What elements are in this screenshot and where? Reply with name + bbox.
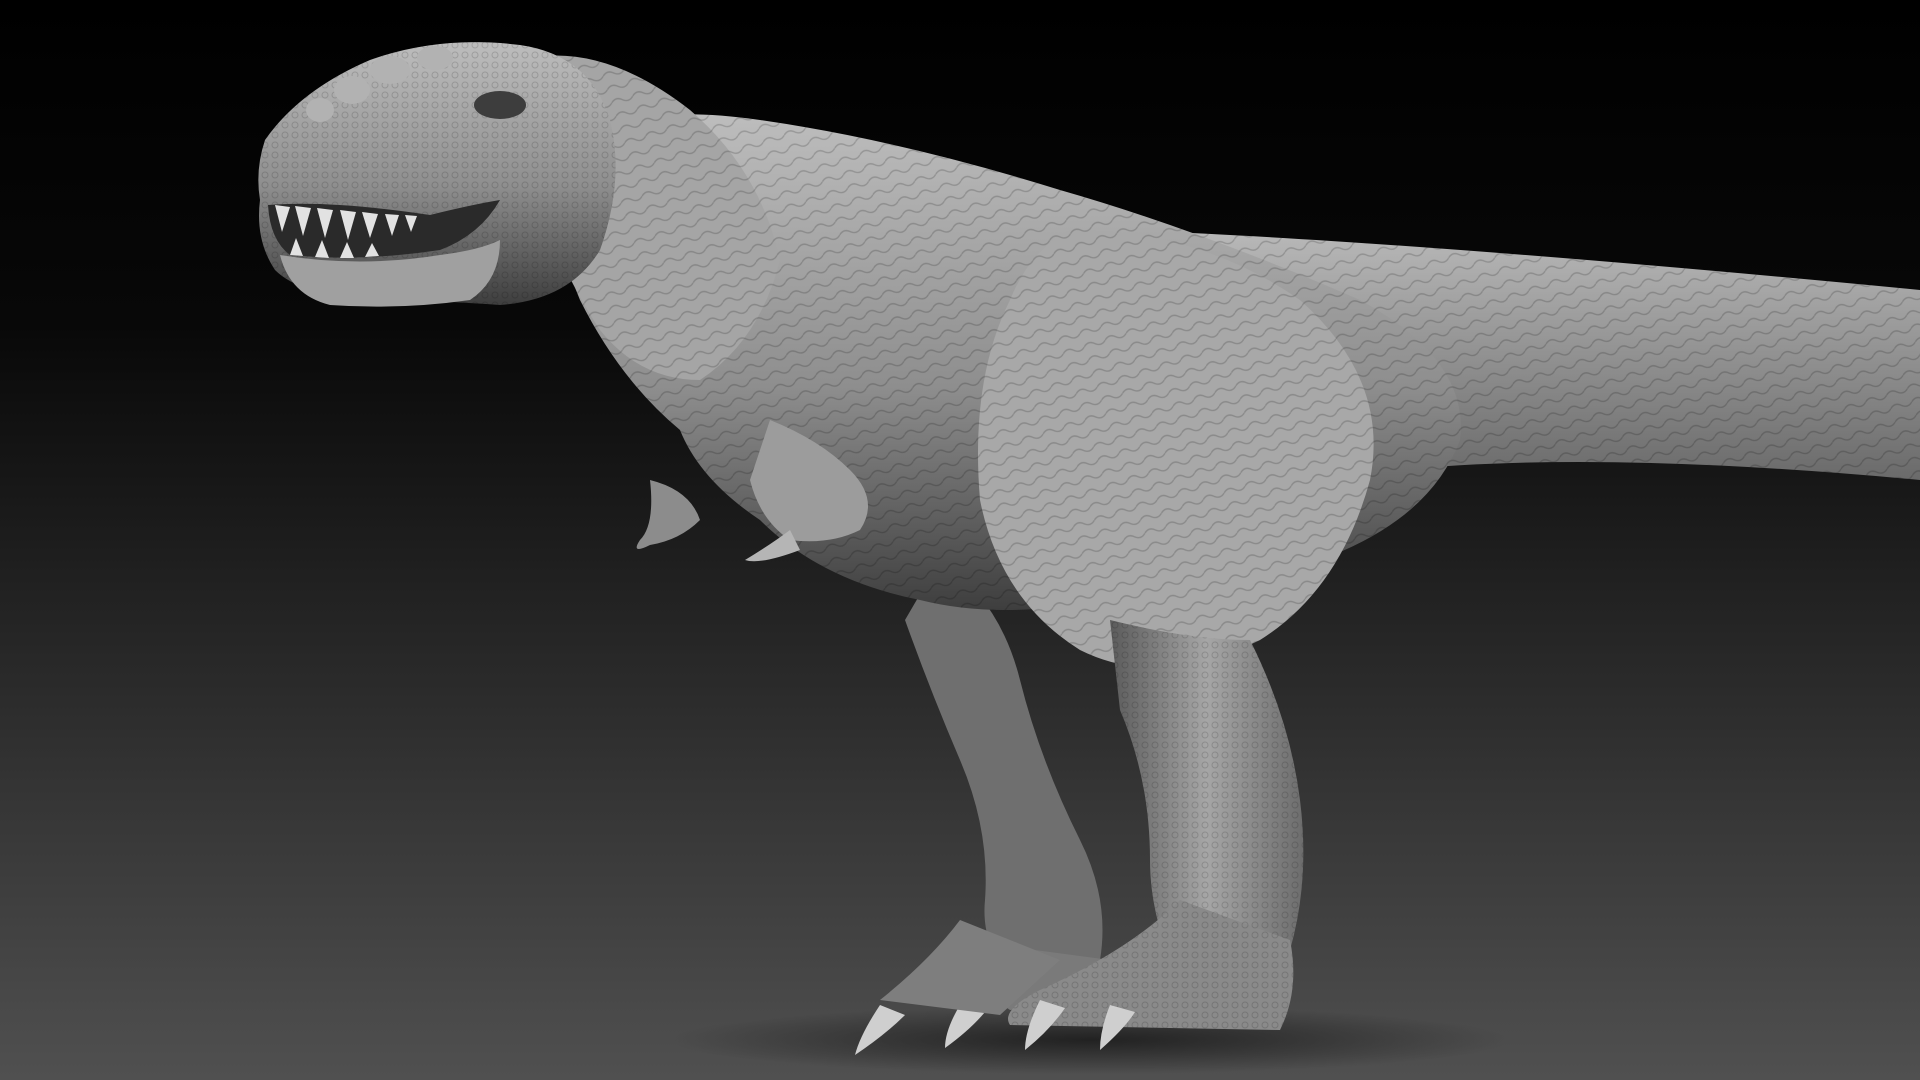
trex-model [258,42,1920,1074]
head [258,42,616,307]
eye [474,91,526,119]
sculpt-viewport [0,0,1920,1080]
